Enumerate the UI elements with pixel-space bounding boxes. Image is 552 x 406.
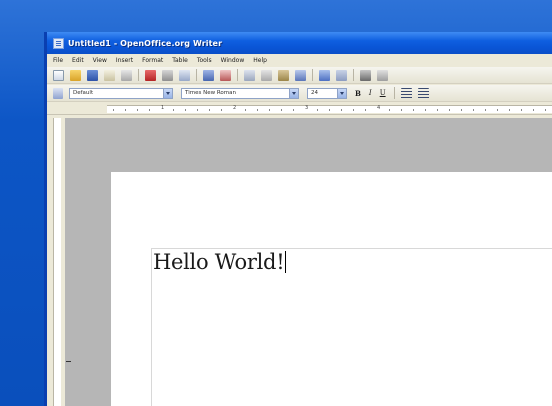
new-document-icon[interactable] (53, 69, 64, 81)
ruler-number: 2 (233, 105, 237, 111)
document-body-text[interactable]: Hello World! (153, 250, 287, 274)
menu-file[interactable]: File (53, 57, 63, 64)
menu-help[interactable]: Help (253, 57, 267, 64)
autospellcheck-icon[interactable] (220, 69, 231, 81)
email-icon[interactable] (104, 69, 115, 81)
toolbar-separator (353, 69, 354, 81)
window-title: Untitled1 - OpenOffice.org Writer (68, 38, 223, 48)
ruler-marker (66, 361, 71, 362)
writer-window: Untitled1 - OpenOffice.org Writer File E… (44, 32, 552, 406)
font-size-value: 24 (311, 90, 318, 96)
copy-icon[interactable] (261, 69, 272, 81)
menu-format[interactable]: Format (142, 57, 163, 64)
ruler-number: 1 (161, 105, 165, 111)
open-folder-icon[interactable] (70, 69, 81, 81)
table-icon[interactable] (377, 69, 388, 81)
ruler-strip: 1 2 3 4 (107, 105, 552, 113)
font-size-combo[interactable]: 24 (307, 87, 347, 99)
toolbar-separator (393, 87, 395, 99)
underline-button[interactable]: U (380, 89, 386, 97)
toolbar-separator (138, 69, 139, 81)
vertical-ruler[interactable] (53, 118, 61, 406)
font-name-combo[interactable]: Times New Roman (181, 87, 299, 99)
chevron-down-icon[interactable] (163, 88, 172, 98)
toolbar-separator (196, 69, 197, 81)
format-paintbrush-icon[interactable] (295, 69, 306, 81)
paragraph-style-value: Default (73, 90, 94, 96)
text-caret (285, 251, 287, 273)
toolbar-separator (237, 69, 238, 81)
ruler-number: 3 (305, 105, 309, 111)
text-boundary-left (151, 248, 152, 406)
italic-button[interactable]: I (369, 89, 372, 97)
spellcheck-icon[interactable] (203, 69, 214, 81)
ruler-number: 4 (377, 105, 381, 111)
undo-icon[interactable] (319, 69, 330, 81)
document-canvas[interactable]: Hello World! (65, 118, 552, 406)
text-boundary-top (151, 248, 552, 249)
menu-insert[interactable]: Insert (116, 57, 133, 64)
title-bar[interactable]: Untitled1 - OpenOffice.org Writer (47, 32, 552, 54)
horizontal-ruler[interactable]: 1 2 3 4 (47, 103, 552, 115)
menu-tools[interactable]: Tools (197, 57, 212, 64)
bold-button[interactable]: B (355, 89, 361, 98)
chevron-down-icon[interactable] (337, 88, 346, 98)
align-left-icon[interactable] (400, 87, 412, 99)
document-page[interactable] (111, 172, 552, 406)
export-pdf-icon[interactable] (145, 69, 156, 81)
formatting-toolbar: Default Times New Roman 24 B I U (47, 85, 552, 102)
print-icon[interactable] (162, 69, 173, 81)
paste-icon[interactable] (278, 69, 289, 81)
edit-file-icon[interactable] (121, 69, 132, 81)
menu-window[interactable]: Window (221, 57, 245, 64)
document-app-icon (53, 37, 64, 49)
typed-text: Hello World! (153, 250, 285, 274)
font-name-value: Times New Roman (185, 90, 236, 96)
menu-bar: File Edit View Insert Format Table Tools… (47, 54, 552, 67)
standard-toolbar (47, 67, 552, 84)
page-preview-icon[interactable] (179, 69, 190, 81)
toolbar-separator (312, 69, 313, 81)
menu-table[interactable]: Table (172, 57, 188, 64)
menu-edit[interactable]: Edit (72, 57, 84, 64)
cut-icon[interactable] (244, 69, 255, 81)
chevron-down-icon[interactable] (289, 88, 298, 98)
redo-icon[interactable] (336, 69, 347, 81)
menu-view[interactable]: View (93, 57, 107, 64)
save-icon[interactable] (87, 69, 98, 81)
styles-formatting-icon[interactable] (53, 87, 63, 99)
hyperlink-icon[interactable] (360, 69, 371, 81)
paragraph-style-combo[interactable]: Default (69, 87, 173, 99)
align-center-icon[interactable] (417, 87, 429, 99)
